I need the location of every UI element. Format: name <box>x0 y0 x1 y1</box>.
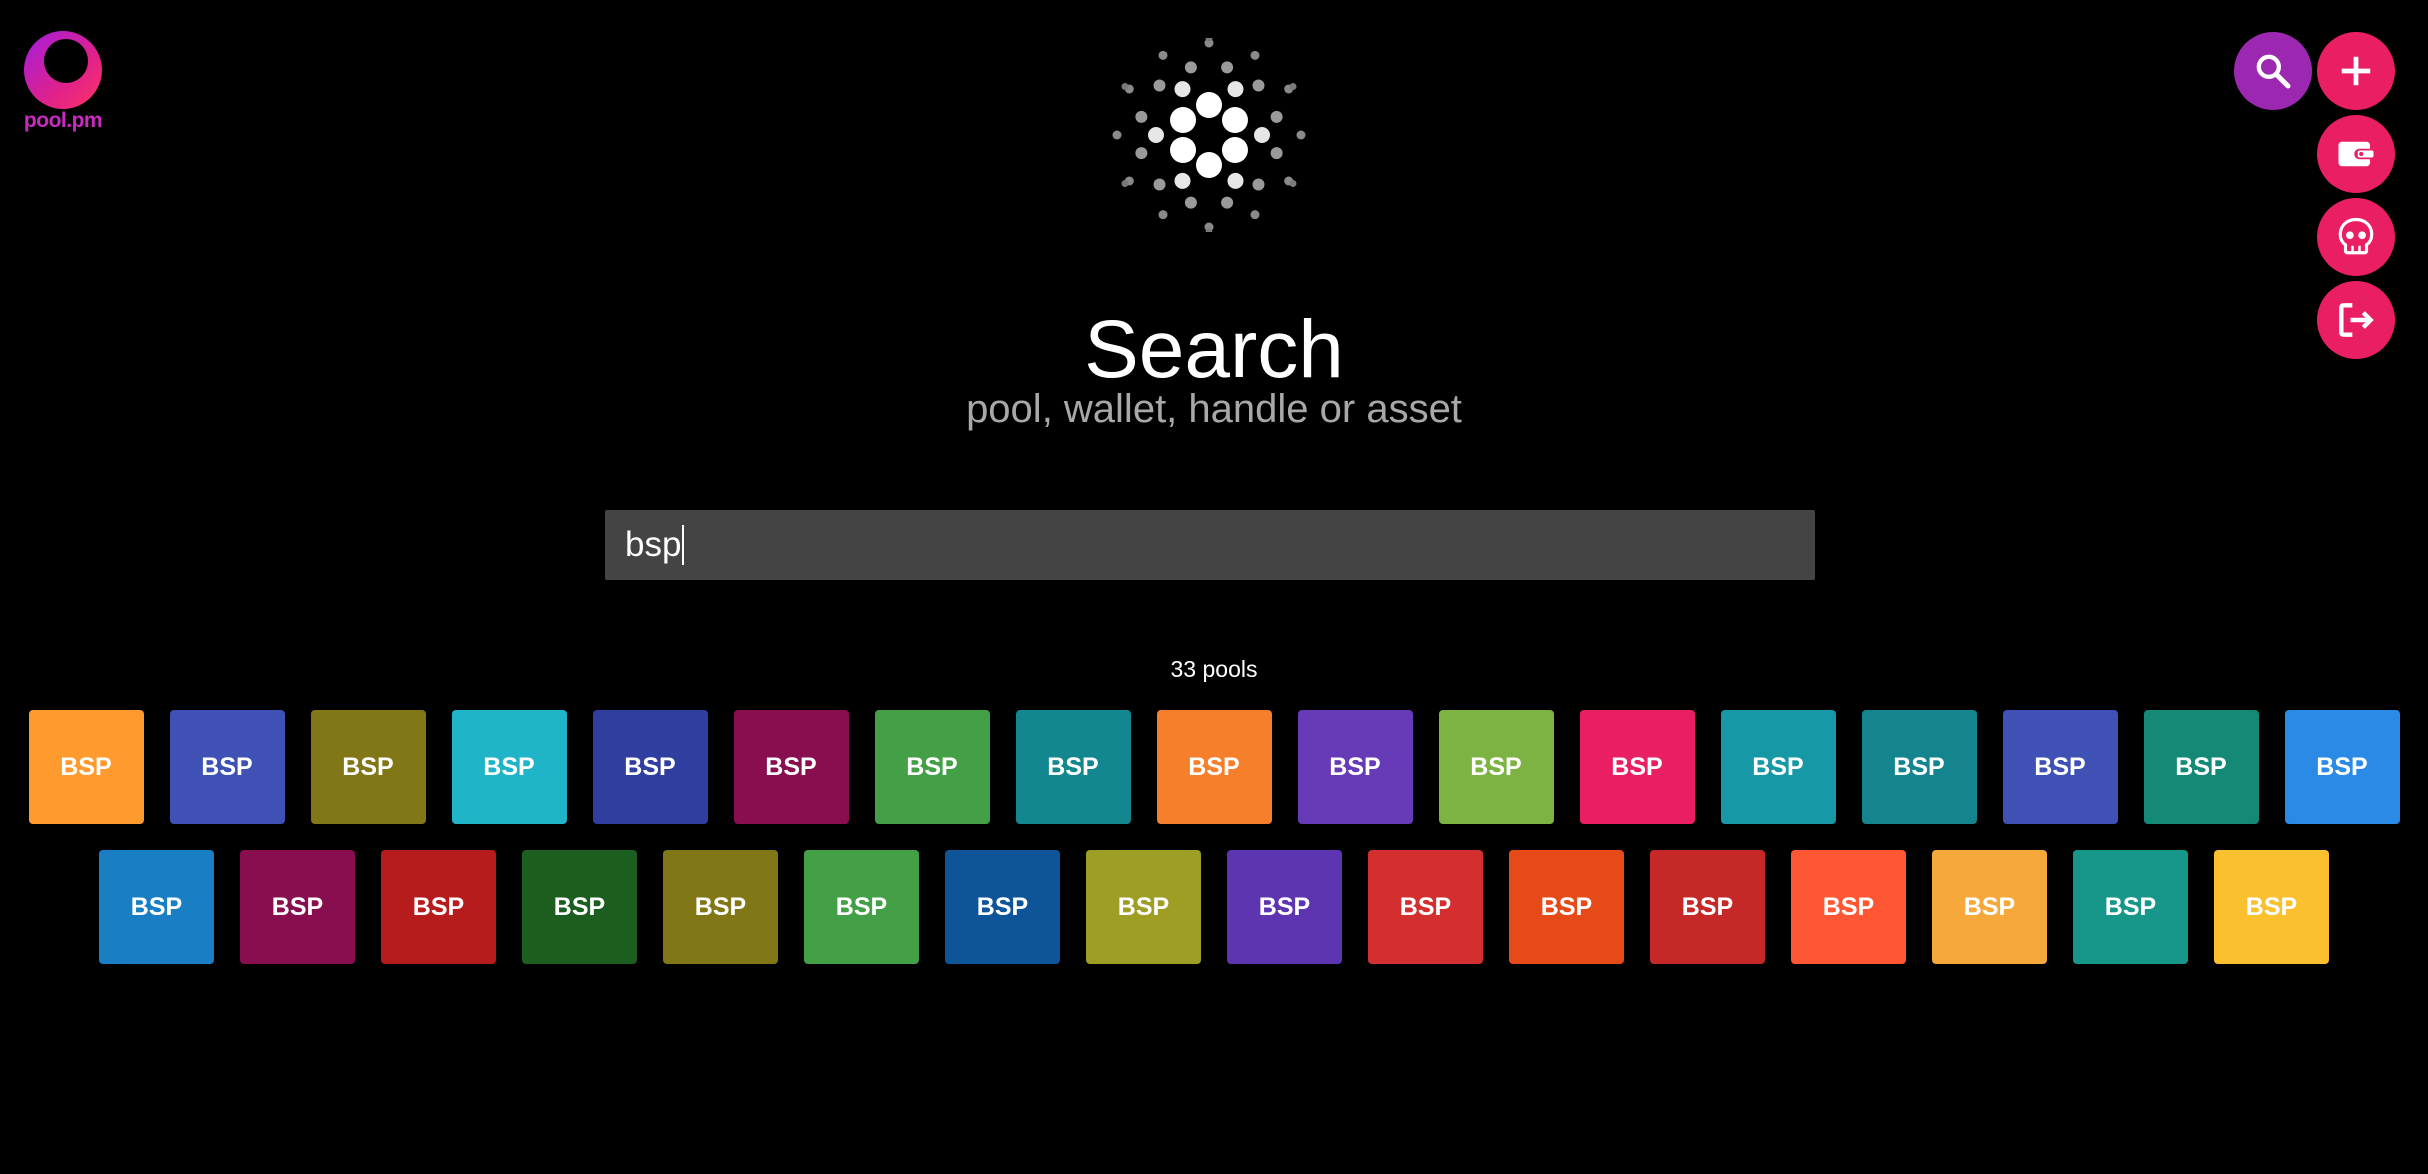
pool-tile[interactable]: BSP <box>1509 850 1624 964</box>
pool-tile[interactable]: BSP <box>1086 850 1201 964</box>
pool-tile[interactable]: BSP <box>2214 850 2329 964</box>
pool-tile[interactable]: BSP <box>1791 850 1906 964</box>
logo-mark-icon <box>24 31 102 109</box>
results-count: 33 pools <box>1170 656 1258 682</box>
page: pool.pm Search pool, wallet, handle or a… <box>0 0 2428 1174</box>
search-input-value: bsp <box>625 525 682 564</box>
search-icon <box>2256 54 2291 89</box>
pool-tile[interactable]: BSP <box>592 710 708 824</box>
logo-text: pool.pm <box>23 109 103 132</box>
pool-tile[interactable]: BSP <box>381 850 496 964</box>
pool-results-row-1: BSP BSP BSP BSP BSP BSP BSP BSP BSP BSP BSP BSP BSP B… <box>0 710 2428 824</box>
pool-tile[interactable]: BSP <box>169 710 285 824</box>
pool-tile[interactable]: BSP <box>1156 710 1272 824</box>
wallet-button[interactable] <box>2317 115 2395 193</box>
pool-tile[interactable]: BSP <box>663 850 778 964</box>
search-button[interactable] <box>2234 32 2312 110</box>
pool-tile[interactable]: BSP <box>1438 710 1554 824</box>
add-button[interactable] <box>2317 32 2395 110</box>
pool-tile[interactable]: BSP <box>1720 710 1836 824</box>
pool-tile[interactable]: BSP <box>1227 850 1342 964</box>
wallet-icon <box>2338 141 2374 167</box>
pool-tile[interactable]: BSP <box>1368 850 1483 964</box>
pool-tile[interactable]: BSP <box>99 850 214 964</box>
pool-tile[interactable]: BSP <box>522 850 637 964</box>
pool-tile[interactable]: BSP <box>804 850 919 964</box>
pool-tile[interactable]: BSP <box>2002 710 2118 824</box>
plus-icon <box>2341 56 2371 86</box>
skull-icon <box>2338 217 2374 255</box>
pool-tile[interactable]: BSP <box>2073 850 2188 964</box>
pool-pm-logo[interactable]: pool.pm <box>23 31 103 133</box>
pool-tile[interactable]: BSP <box>1297 710 1413 824</box>
pool-tile[interactable]: BSP <box>1932 850 2047 964</box>
pool-tile[interactable]: BSP <box>1861 710 1977 824</box>
pool-tile[interactable]: BSP <box>733 710 849 824</box>
pool-tile[interactable]: BSP <box>310 710 426 824</box>
pool-tile[interactable]: BSP <box>1650 850 1765 964</box>
cardano-logo-icon <box>1112 38 1306 232</box>
pool-tile[interactable]: BSP <box>2284 710 2400 824</box>
pool-tile[interactable]: BSP <box>874 710 990 824</box>
search-input[interactable]: bsp <box>605 510 1815 580</box>
skull-button[interactable] <box>2317 198 2395 276</box>
pool-tile[interactable]: BSP <box>1015 710 1131 824</box>
text-caret <box>682 525 685 565</box>
pool-tile[interactable]: BSP <box>451 710 567 824</box>
pool-tile[interactable]: BSP <box>945 850 1060 964</box>
pool-results-row-2: BSP BSP BSP BSP BSP BSP BSP BSP BSP BSP BSP BSP BSP B… <box>0 850 2428 964</box>
pool-tile[interactable]: BSP <box>1579 710 1695 824</box>
page-subtitle: pool, wallet, handle or asset <box>966 387 1462 431</box>
pool-tile[interactable]: BSP <box>2143 710 2259 824</box>
pool-tile[interactable]: BSP <box>240 850 355 964</box>
pool-tile[interactable]: BSP <box>28 710 144 824</box>
